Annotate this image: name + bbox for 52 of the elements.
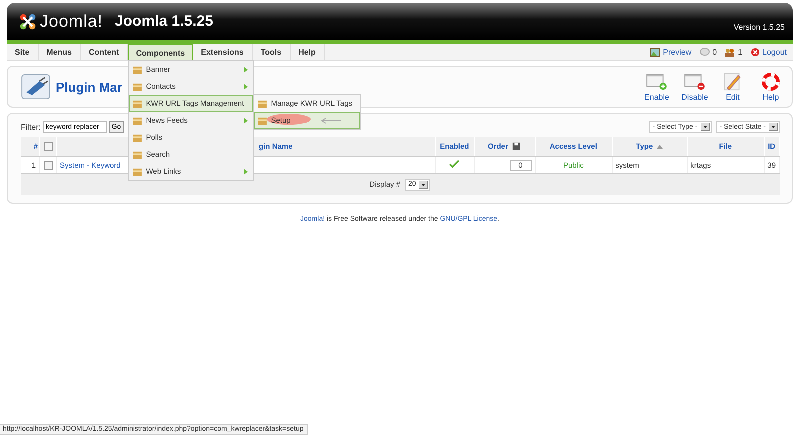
- highlight-ellipse: [267, 114, 312, 125]
- checkmark-icon[interactable]: [449, 160, 460, 168]
- page-title: Plugin Mar: [56, 80, 122, 94]
- status-link[interactable]: Preview: [650, 48, 692, 56]
- filter-label: Filter:: [21, 122, 41, 132]
- toolbar-button[interactable]: Enable: [642, 72, 672, 102]
- folder-icon: [133, 100, 142, 108]
- folder-icon: [133, 134, 142, 142]
- lifebuoy-icon: [762, 72, 780, 90]
- folder-icon: [133, 82, 142, 90]
- row-checkbox[interactable]: [44, 160, 52, 170]
- logo-icon: [19, 12, 37, 30]
- menu-item[interactable]: Components: [128, 44, 194, 61]
- logo-wordmark: Joomla!: [40, 12, 104, 32]
- menu-item[interactable]: Extensions: [193, 44, 253, 60]
- menu-item[interactable]: Help: [290, 44, 325, 60]
- logout-icon: [750, 48, 760, 56]
- submenu-arrow-icon: [244, 118, 248, 124]
- caret-icon: [419, 180, 428, 188]
- folder-icon: [133, 150, 142, 158]
- window-minus-icon: [684, 72, 706, 90]
- toolbar-button[interactable]: Edit: [718, 72, 748, 102]
- arrow-icon: [321, 118, 342, 124]
- status-link[interactable]: 1: [725, 48, 743, 56]
- toolbar-button[interactable]: Help: [756, 72, 786, 102]
- menu-item[interactable]: Site: [7, 44, 39, 60]
- submenu-arrow-icon: [244, 84, 248, 90]
- toolbar-button[interactable]: Disable: [680, 72, 710, 102]
- plug-icon: [21, 74, 51, 100]
- status-link[interactable]: 0: [700, 48, 718, 56]
- folder-icon: [258, 100, 268, 108]
- folder-icon: [133, 66, 142, 74]
- menu-item[interactable]: Tools: [252, 44, 291, 60]
- folder-icon: [258, 116, 268, 124]
- folder-icon: [133, 116, 142, 124]
- select-all-checkbox[interactable]: [44, 142, 52, 152]
- status-link[interactable]: Logout: [750, 48, 787, 56]
- menu-item[interactable]: Menus: [38, 44, 82, 60]
- sort-ascending-icon: [657, 144, 664, 148]
- site-title: Joomla 1.5.25: [115, 13, 214, 30]
- window-plus-icon: [646, 72, 668, 90]
- pencil-icon: [724, 72, 742, 90]
- folder-icon: [133, 168, 142, 176]
- version-label: Version 1.5.25: [734, 23, 785, 32]
- caret-icon: [700, 123, 710, 131]
- save-icon: [512, 142, 522, 151]
- submenu-arrow-icon: [244, 66, 248, 72]
- users-icon: [725, 48, 736, 56]
- submenu-arrow-icon: [244, 168, 248, 174]
- speech-bubble-icon: [700, 48, 710, 56]
- picture-icon: [650, 48, 660, 56]
- caret-icon: [769, 123, 778, 131]
